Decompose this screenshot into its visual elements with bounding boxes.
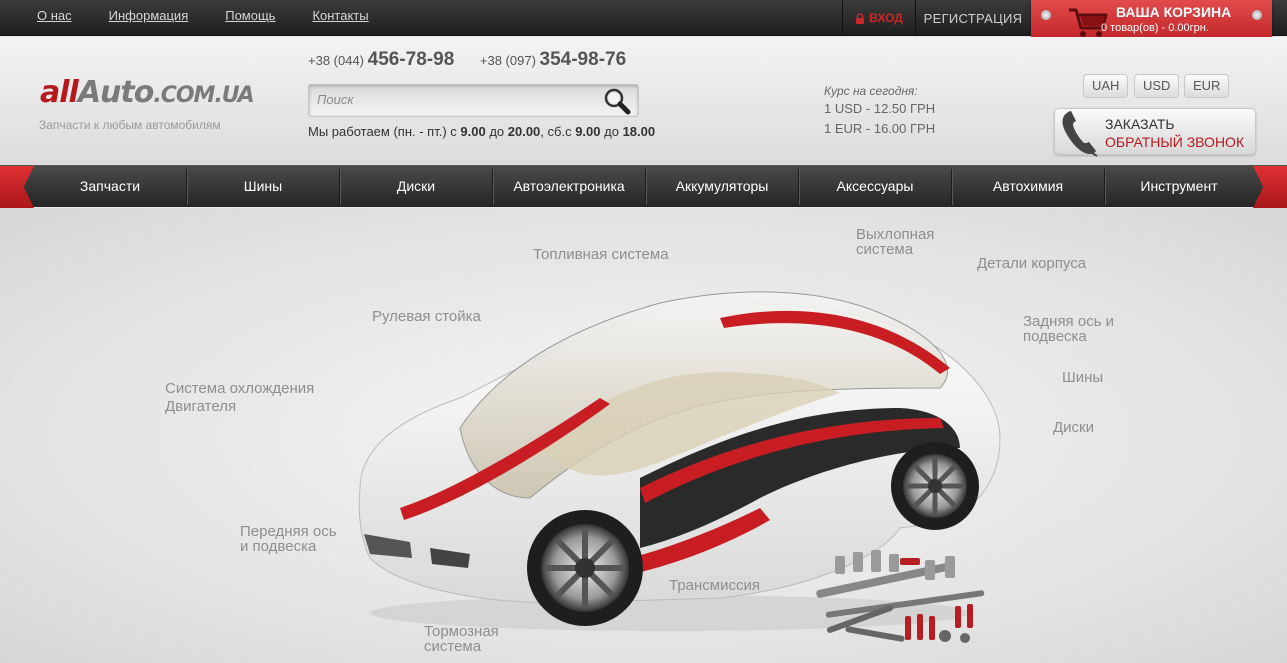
callback-line1: ЗАКАЗАТЬ xyxy=(1105,116,1175,132)
nav-item-wheels[interactable]: Диски xyxy=(340,166,492,208)
category-link-rear-axle[interactable]: Задняя ось и подвеска xyxy=(1023,314,1114,344)
phone-prefix: +38 (097) xyxy=(479,53,536,68)
category-link-line: система xyxy=(856,241,914,258)
hours-time: 9.00 xyxy=(460,124,486,139)
category-link-line: и подвеска xyxy=(240,538,317,555)
top-link-contacts[interactable]: Контакты xyxy=(312,8,368,23)
category-link-fuel-system[interactable]: Топливная система xyxy=(533,247,669,262)
category-link-exhaust-system[interactable]: Выхлопная система xyxy=(856,227,934,257)
phone-numbers: +38 (044) 456-78-98 +38 (097) 354-98-76 xyxy=(308,49,648,71)
category-link-front-axle[interactable]: Передняя ось и подвеска xyxy=(240,524,337,554)
lock-icon xyxy=(855,12,865,24)
tool-set-icon xyxy=(816,550,985,643)
category-link-line: Система охлождения xyxy=(165,380,315,397)
category-link-transmission[interactable]: Трансмиссия xyxy=(669,578,760,593)
site-logo[interactable]: allAuto.COM.UA xyxy=(40,75,255,110)
slogan: Запчасти к любым автомобилям xyxy=(39,118,221,132)
logo-part-domain: .COM.UA xyxy=(153,83,254,108)
login-label: ВХОД xyxy=(869,11,903,25)
rate-eur: 1 EUR - 16.00 ГРН xyxy=(824,121,936,136)
hours-text: Мы работаем (пн. - пт.) с xyxy=(308,124,461,139)
header: allAuto.COM.UA Запчасти к любым автомоби… xyxy=(0,37,1287,165)
category-link-line: система xyxy=(424,638,482,655)
cart-summary: 0 товар(ов) - 0.00грн. xyxy=(1101,22,1209,34)
nav-item-tires[interactable]: Шины xyxy=(187,166,339,208)
cart-title: ВАША КОРЗИНА xyxy=(1116,4,1232,20)
category-link-tires[interactable]: Шины xyxy=(1062,370,1103,385)
phone-1[interactable]: +38 (044) 456-78-98 xyxy=(308,49,454,70)
bolt-icon xyxy=(1252,10,1262,20)
top-link-help[interactable]: Помощь xyxy=(225,8,275,23)
rates-title: Курс на сегодня: xyxy=(824,84,918,98)
bolt-icon xyxy=(1041,10,1051,20)
nav-item-accessories[interactable]: Аксессуары xyxy=(799,166,951,208)
top-link-info[interactable]: Информация xyxy=(109,8,189,23)
phone-2[interactable]: +38 (097) 354-98-76 xyxy=(479,49,626,70)
phone-number: 354-98-76 xyxy=(539,49,627,70)
hours-text: до xyxy=(600,124,623,139)
exchange-rates: Курс на сегодня: 1 USD - 12.50 ГРН 1 EUR… xyxy=(824,83,935,139)
category-link-line: Двигателя xyxy=(165,398,237,415)
nav-item-parts[interactable]: Запчасти xyxy=(34,166,186,208)
category-link-steering[interactable]: Рулевая стойка xyxy=(372,309,481,324)
phone-prefix: +38 (044) xyxy=(308,53,365,68)
currency-usd-button[interactable]: USD xyxy=(1134,74,1180,98)
nav-ribbon-right xyxy=(1253,166,1287,208)
category-link-cooling[interactable]: Система охлождения Двигателя xyxy=(165,380,314,416)
nav-ribbon-left xyxy=(0,166,34,208)
logo-part-auto: Auto xyxy=(77,75,155,110)
callback-line2: ОБРАТНЫЙ ЗВОНОК xyxy=(1105,134,1245,150)
search-box xyxy=(308,84,639,117)
category-link-line: подвеска xyxy=(1023,328,1087,345)
hours-text: , сб.с xyxy=(540,124,576,139)
currency-uah-button[interactable]: UAH xyxy=(1083,74,1129,98)
currency-eur-button[interactable]: EUR xyxy=(1184,74,1230,98)
nav-item-tools[interactable]: Инструмент xyxy=(1105,166,1253,208)
category-link-body-parts[interactable]: Детали корпуса xyxy=(977,256,1086,271)
phone-number: 456-78-98 xyxy=(367,49,455,70)
callback-button[interactable]: ЗАКАЗАТЬ ОБРАТНЫЙ ЗВОНОК xyxy=(1054,108,1256,157)
hours-time: 18.00 xyxy=(622,124,656,139)
search-icon[interactable] xyxy=(602,87,632,120)
hero-banner: Топливная система Выхлопная система Детал… xyxy=(0,208,1287,663)
category-link-wheels[interactable]: Диски xyxy=(1053,420,1094,435)
hours-text: до xyxy=(485,124,508,139)
phone-handset-icon xyxy=(1057,107,1103,164)
hours-time: 9.00 xyxy=(575,124,601,139)
working-hours: Мы работаем (пн. - пт.) с 9.00 до 20.00,… xyxy=(308,124,655,139)
login-button[interactable]: ВХОД xyxy=(842,0,916,36)
hours-time: 20.00 xyxy=(507,124,541,139)
main-nav: Запчасти Шины Диски Автоэлектроника Акку… xyxy=(0,165,1287,208)
register-button[interactable]: РЕГИСТРАЦИЯ xyxy=(917,0,1029,36)
nav-item-electronics[interactable]: Автоэлектроника xyxy=(493,166,645,208)
nav-item-chemicals[interactable]: Автохимия xyxy=(952,166,1104,208)
rate-usd: 1 USD - 12.50 ГРН xyxy=(824,101,936,116)
top-link-about[interactable]: О нас xyxy=(37,8,72,23)
logo-part-all: all xyxy=(40,75,79,110)
category-link-brakes[interactable]: Тормозная система xyxy=(424,624,499,654)
top-links: О нас Информация Помощь Контакты xyxy=(37,8,406,23)
search-input[interactable] xyxy=(317,92,597,107)
nav-item-batteries[interactable]: Аккумуляторы xyxy=(646,166,798,208)
